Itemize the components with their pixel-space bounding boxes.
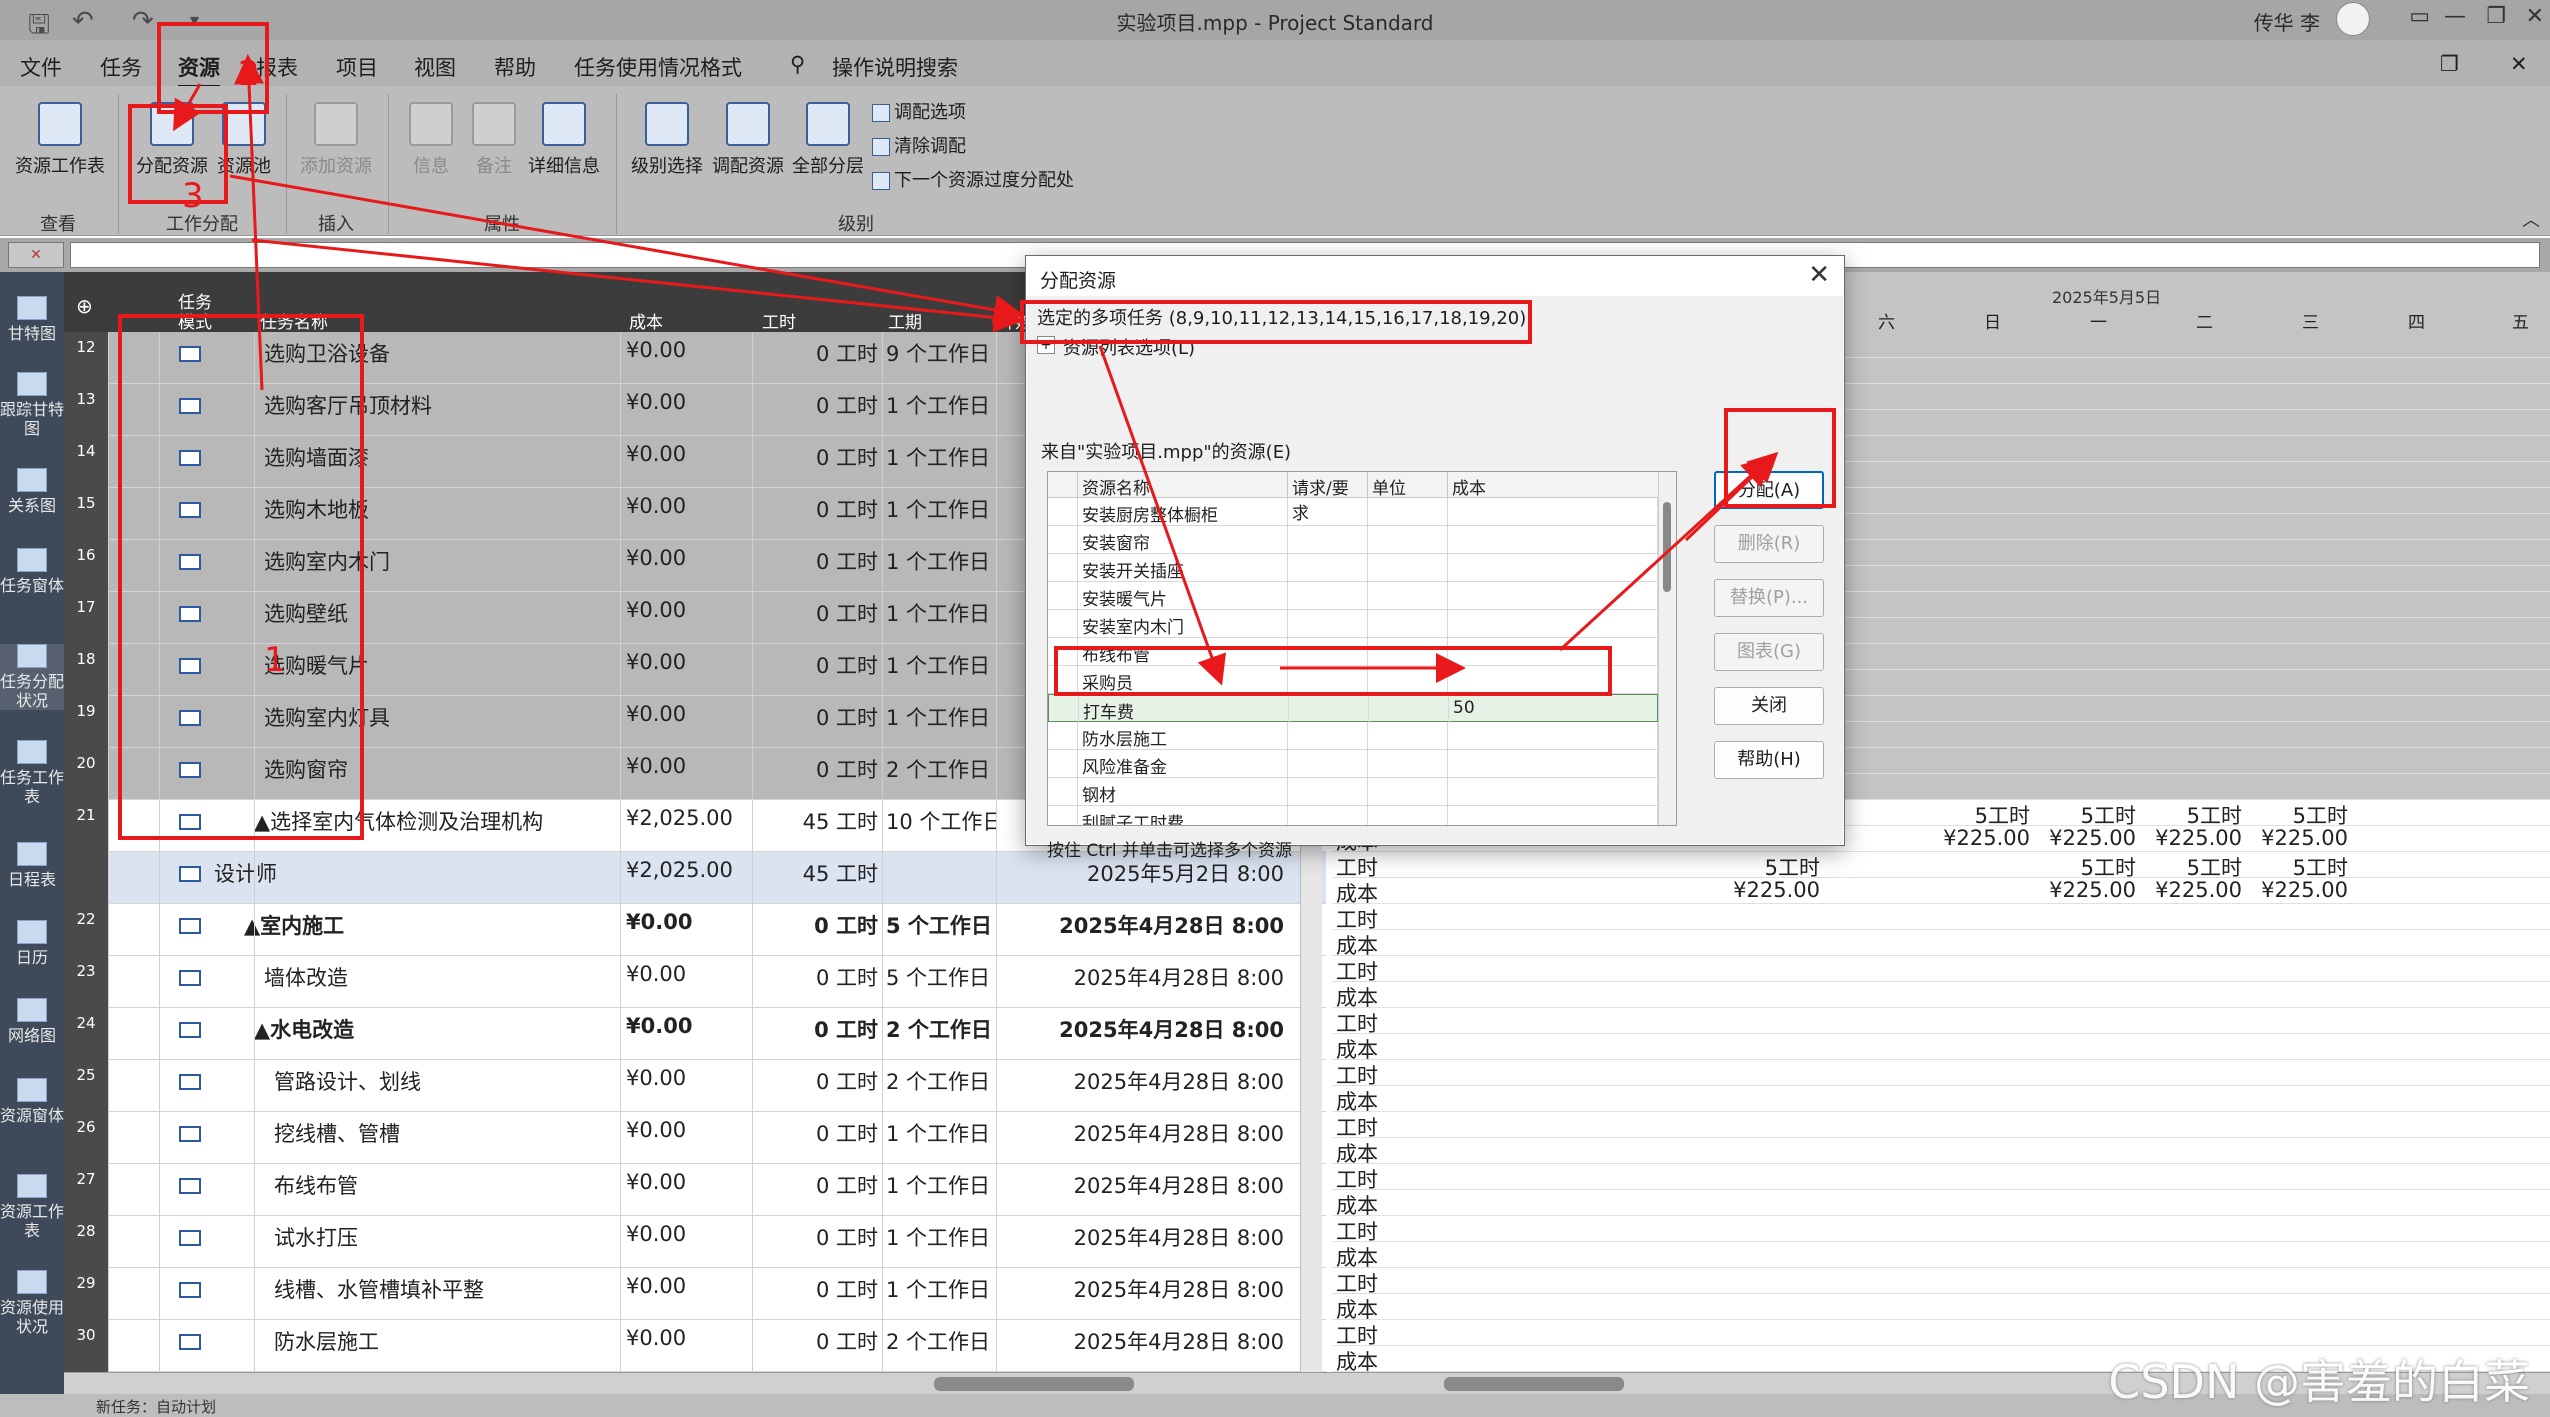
annotation-arrows: [173, 54, 1779, 686]
arrow: [234, 54, 265, 391]
arrow: [1098, 345, 1227, 686]
arrow: [173, 83, 202, 132]
arrow: [1684, 451, 1779, 542]
arrow: [251, 238, 1024, 333]
arrow: [1558, 455, 1773, 652]
arrow: [229, 174, 1024, 325]
watermark: CSDN @害羞的白菜: [2108, 1355, 2530, 1409]
